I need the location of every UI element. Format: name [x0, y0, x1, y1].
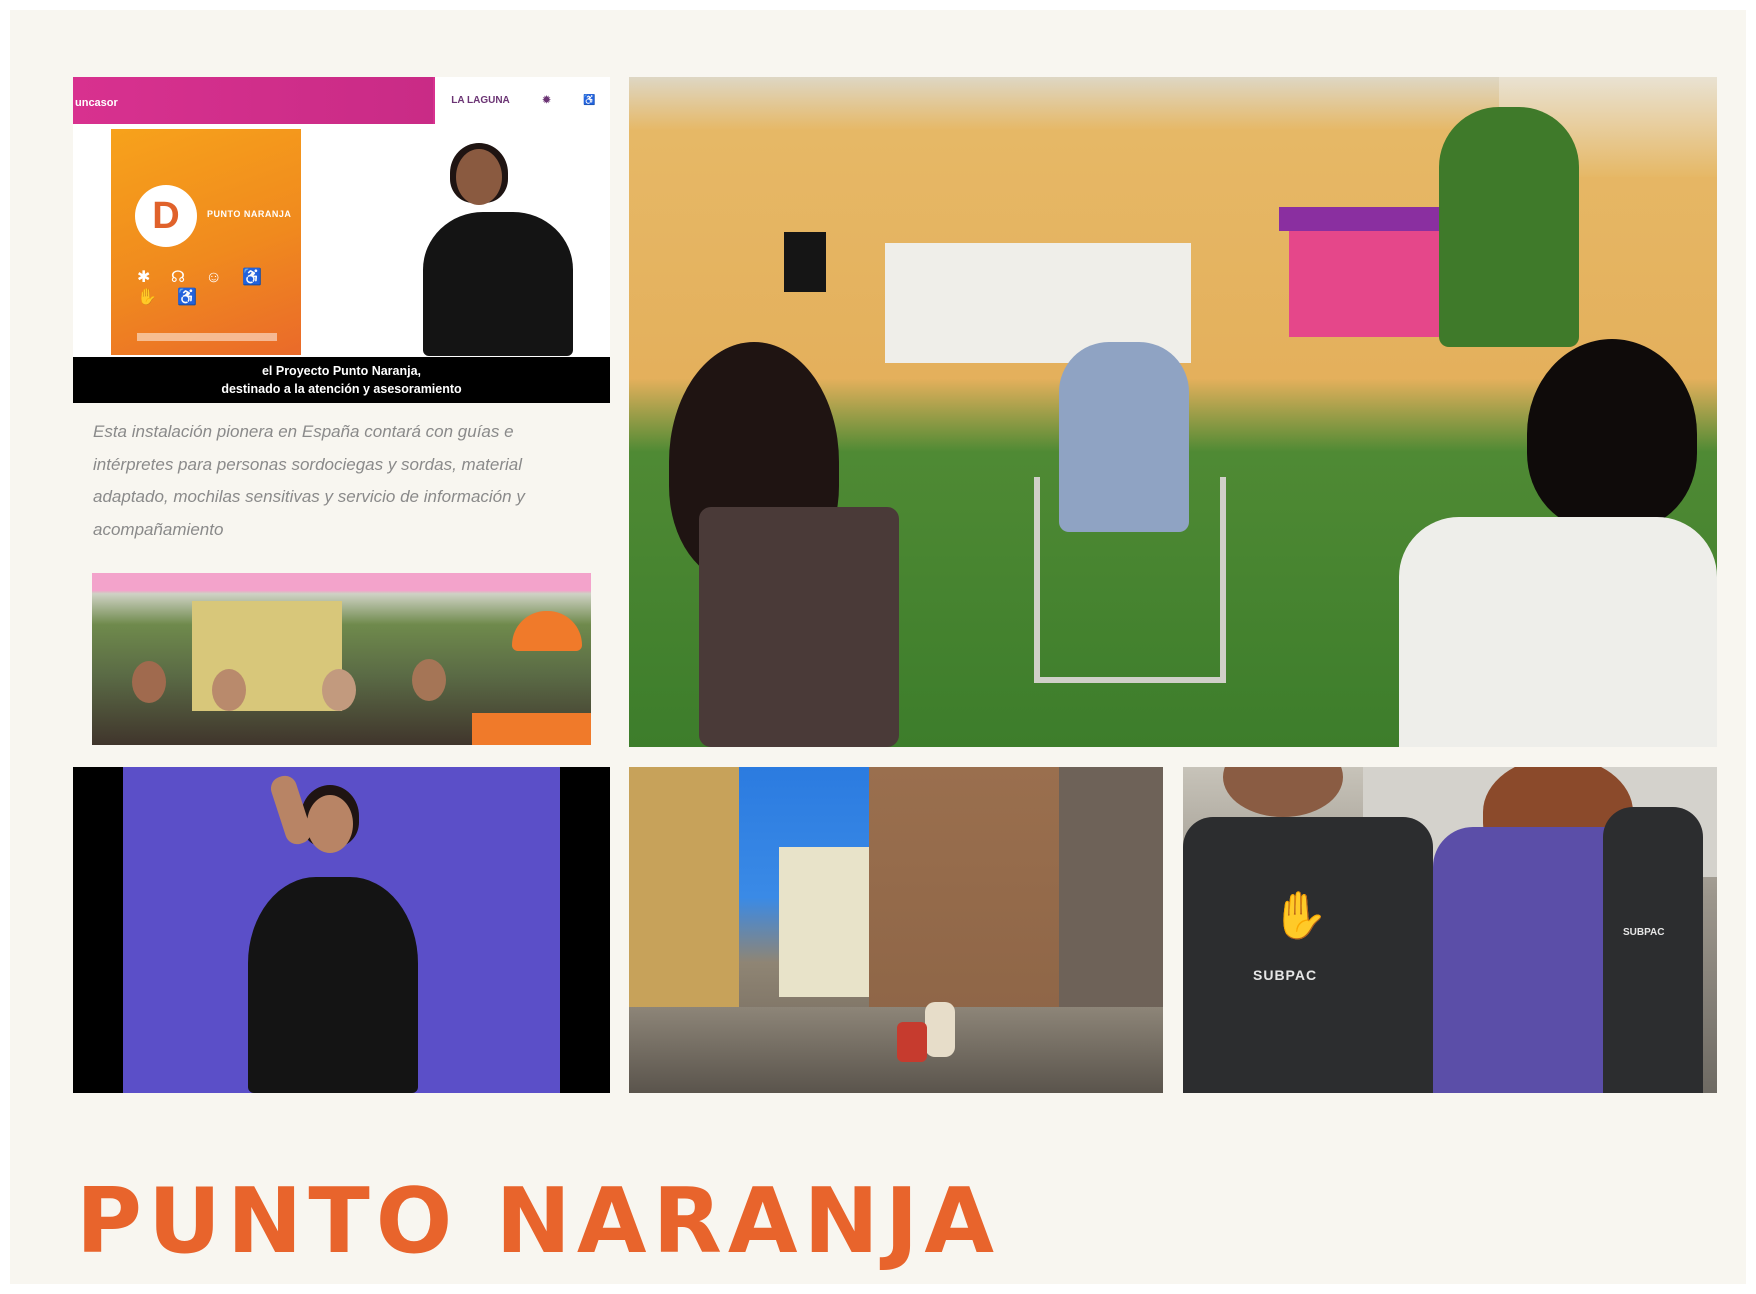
orange-cap: [512, 611, 582, 651]
interpreter-head: [456, 149, 502, 205]
la-laguna-logo: LA LAGUNA: [451, 95, 510, 106]
speaker-box: [784, 232, 826, 292]
emblem-icon: ✹: [542, 95, 551, 106]
signer-body: [248, 877, 418, 1093]
poster-letter: D: [135, 185, 197, 247]
person-neck: [1223, 767, 1343, 817]
distant-buildings: [779, 847, 869, 997]
person-head-1: [132, 661, 166, 703]
hand-icon: ✋: [1271, 889, 1329, 941]
interpreter-body: [423, 212, 573, 356]
logo-strip: LA LAGUNA ✹ ♿: [433, 77, 610, 124]
tree: [1439, 107, 1579, 347]
video-screenshot-panel: uncasor LA LAGUNA ✹ ♿ D PUNTO NARANJA ✱ …: [73, 77, 610, 403]
street-photo: [629, 767, 1163, 1093]
backpack-left: ✋ SUBPAC: [1183, 817, 1433, 1093]
subtitle-line-2: destinado a la atención y asesoramiento: [221, 382, 462, 396]
caption-panel: Esta instalación pionera en España conta…: [73, 408, 610, 558]
subpac-photo: ✋ SUBPAC SUBPAC: [1183, 767, 1717, 1093]
folding-chair: [1034, 477, 1226, 683]
signer-photo: [73, 767, 610, 1093]
subtitle-line-1: el Proyecto Punto Naranja,: [261, 364, 422, 378]
audience-hair-right: [1527, 339, 1697, 529]
white-shirt-person: [1399, 517, 1717, 747]
front-chair: [699, 507, 899, 747]
street-pavement: [629, 1007, 1163, 1093]
punto-naranja-poster: D PUNTO NARANJA ✱ ☊ ☺ ♿ ✋ ♿: [111, 129, 301, 355]
video-header-bar: uncasor: [73, 77, 433, 124]
video-subtitles: el Proyecto Punto Naranja, destinado a l…: [73, 357, 610, 403]
caption-text: Esta instalación pionera en España conta…: [93, 422, 525, 539]
backpack-right: SUBPAC: [1603, 807, 1703, 1093]
event-photo: [629, 77, 1717, 747]
orange-shirt: [472, 713, 591, 745]
backpack-logo: SUBPAC: [1253, 967, 1318, 983]
poster-title: PUNTO NARANJA: [207, 209, 292, 219]
people-photo-scene: [92, 573, 591, 745]
poster-footer-bar: [137, 333, 277, 341]
wheelchair-user: [897, 1022, 927, 1062]
backpack-logo-2: SUBPAC: [1623, 927, 1665, 938]
pedestrian: [925, 1002, 955, 1057]
pink-tent-roof: [92, 573, 591, 591]
people-tent-photo: [92, 573, 591, 745]
event-photo-scene: [629, 77, 1717, 747]
signer-head: [307, 795, 353, 853]
video-header-label: uncasor: [75, 97, 118, 109]
accessibility-icons-row: ✱ ☊ ☺ ♿ ✋ ♿: [137, 269, 271, 306]
person-head-2: [212, 669, 246, 711]
page-title: PUNTO NARANJA: [76, 1169, 1000, 1274]
person-head-4: [412, 659, 446, 701]
person-head-3: [322, 669, 356, 711]
accessibility-icon: ♿: [583, 95, 596, 106]
